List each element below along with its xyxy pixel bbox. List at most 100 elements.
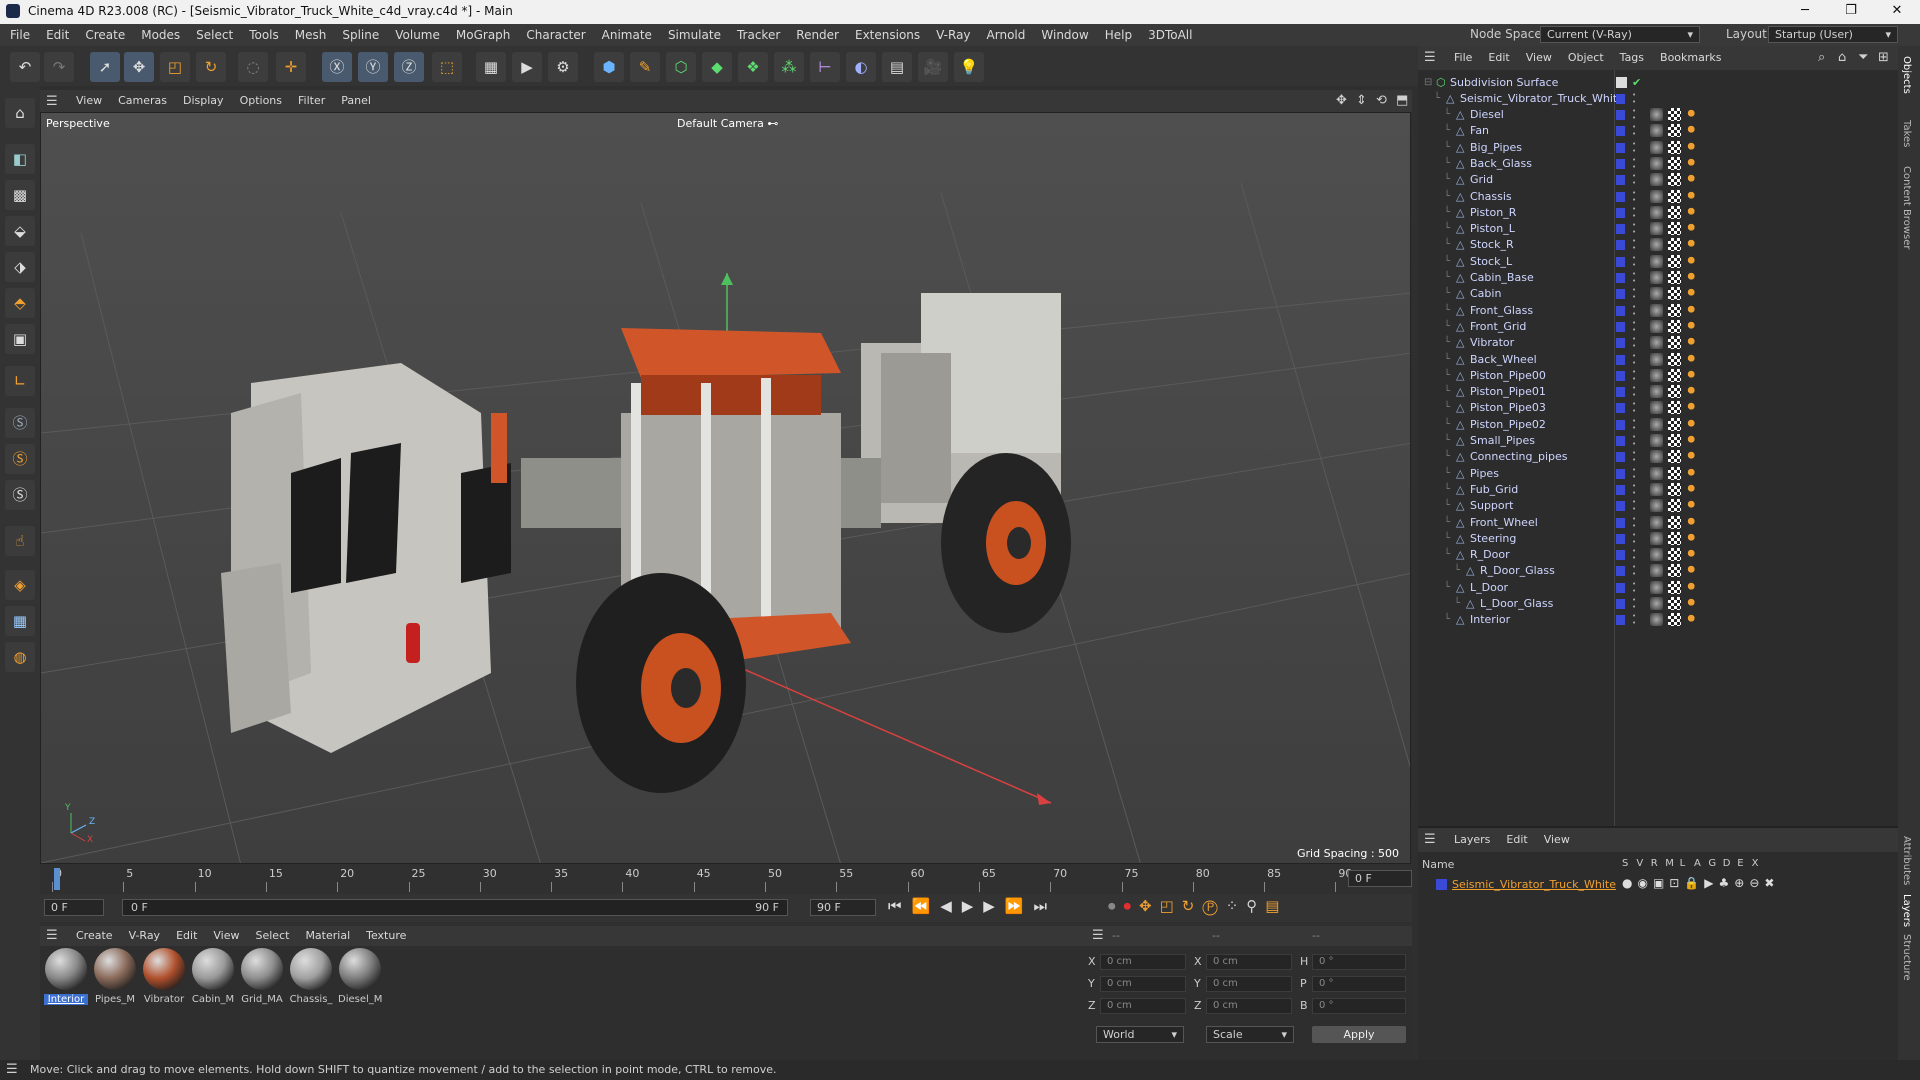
visibility-dots[interactable]: • • — [1632, 385, 1636, 399]
viewport-menu-options[interactable]: Options — [232, 90, 290, 112]
uvw-tag-icon[interactable] — [1668, 156, 1681, 170]
visibility-dots[interactable]: • • — [1632, 189, 1636, 204]
coord-size-field[interactable]: 0 cm — [1206, 976, 1292, 992]
material-menu-v-ray[interactable]: V-Ray — [121, 926, 169, 946]
deformer-bend-icon[interactable]: ⊢ — [810, 52, 840, 82]
menu-simulate[interactable]: Simulate — [660, 24, 729, 46]
edges-mode-icon[interactable]: ⬗ — [5, 252, 35, 282]
next-frame-icon[interactable]: ▶ — [983, 897, 1005, 915]
visibility-dots[interactable]: • • — [1632, 319, 1636, 334]
object-name[interactable]: Interior — [1470, 610, 1510, 630]
subdivision-surface-icon[interactable]: ⬡ — [666, 52, 696, 82]
workplane-grid-icon[interactable]: ◈ — [5, 570, 35, 600]
vray-material-tag-icon[interactable] — [1650, 319, 1663, 333]
menu-extensions[interactable]: Extensions — [847, 24, 928, 46]
object-menu-bookmarks[interactable]: Bookmarks — [1652, 47, 1729, 69]
vray-material-tag-icon[interactable] — [1650, 173, 1663, 187]
menu-tracker[interactable]: Tracker — [729, 24, 788, 46]
vray-material-tag-icon[interactable] — [1650, 548, 1663, 562]
texture-tag-icon[interactable] — [1686, 303, 1699, 317]
menu-spline[interactable]: Spline — [334, 24, 387, 46]
uvw-tag-icon[interactable] — [1668, 580, 1681, 594]
node-space-dropdown[interactable]: Current (V-Ray) ▾ — [1540, 26, 1700, 43]
key-pla-icon[interactable]: ⁘ — [1226, 897, 1247, 915]
object-menu-view[interactable]: View — [1518, 47, 1560, 69]
viewport-menu-view[interactable]: View — [68, 90, 110, 112]
uvw-tag-icon[interactable] — [1668, 401, 1681, 415]
menu-render[interactable]: Render — [788, 24, 847, 46]
texture-tag-icon[interactable] — [1686, 222, 1699, 236]
motion-path-icon[interactable]: ⚲ — [1246, 897, 1265, 915]
visibility-dots[interactable]: • • — [1632, 450, 1636, 464]
y-axis-icon[interactable]: Ⓨ — [358, 52, 388, 82]
uvw-tag-icon[interactable] — [1668, 613, 1681, 627]
move-tool-icon[interactable]: ✥ — [124, 52, 154, 82]
current-frame-field[interactable]: 0 F — [1348, 870, 1412, 887]
visibility-dots[interactable]: • • — [1632, 434, 1636, 448]
uvw-tag-icon[interactable] — [1668, 531, 1681, 545]
uvw-tag-icon[interactable] — [1668, 564, 1681, 578]
scale-tool-icon[interactable]: ◰ — [160, 52, 190, 82]
material-swatch[interactable]: Pipes_M — [93, 948, 137, 1005]
cube-primitive-icon[interactable]: ⬢ — [594, 52, 624, 82]
extrude-generator-icon[interactable]: ◆ — [702, 52, 732, 82]
vray-material-tag-icon[interactable] — [1650, 401, 1663, 415]
vray-material-tag-icon[interactable] — [1650, 450, 1663, 464]
visibility-dots[interactable]: • • — [1632, 613, 1636, 627]
visibility-dots[interactable]: • • — [1632, 271, 1636, 285]
points-mode-icon[interactable]: ⬙ — [5, 216, 35, 246]
vray-material-tag-icon[interactable] — [1650, 434, 1663, 447]
coord-mode-dropdown[interactable]: World ▾ — [1096, 1026, 1184, 1043]
material-swatch[interactable]: Cabin_M — [191, 948, 235, 1005]
visibility-dots[interactable]: • • — [1632, 417, 1636, 432]
layer-color-swatch[interactable] — [1616, 452, 1625, 463]
visibility-dots[interactable]: • • — [1632, 482, 1636, 497]
polygon-object-mode-icon[interactable]: ◧ — [5, 144, 35, 174]
coord-rotation-field[interactable]: 0 ° — [1312, 976, 1406, 992]
layer-name[interactable]: Seismic_Vibrator_Truck_White — [1452, 878, 1616, 891]
vray-material-tag-icon[interactable] — [1650, 466, 1663, 480]
visibility-dots[interactable]: • • — [1632, 303, 1636, 318]
layer-color-swatch[interactable] — [1616, 240, 1625, 251]
maximize-button[interactable]: ❐ — [1828, 0, 1874, 24]
menu-volume[interactable]: Volume — [387, 24, 448, 46]
maximize-view-icon[interactable]: ⬒ — [1396, 93, 1408, 108]
polygons-mode-icon[interactable]: ⬘ — [5, 288, 35, 318]
tab-structure[interactable]: Structure — [1901, 934, 1912, 981]
new-window-icon[interactable]: ⊞ — [1878, 50, 1889, 65]
texture-tag-icon[interactable] — [1686, 254, 1699, 268]
layer-color-swatch[interactable] — [1616, 484, 1625, 495]
play-icon[interactable]: ▶ — [962, 897, 984, 915]
cloner-icon[interactable]: ❖ — [738, 52, 768, 82]
menu-v-ray[interactable]: V-Ray — [928, 24, 978, 46]
search-icon[interactable]: ⌕ — [1818, 50, 1825, 65]
texture-tag-icon[interactable] — [1686, 368, 1699, 382]
vray-material-tag-icon[interactable] — [1650, 368, 1663, 382]
vray-material-tag-icon[interactable] — [1650, 238, 1663, 252]
layer-color-swatch[interactable] — [1616, 321, 1625, 332]
visibility-dots[interactable]: • • — [1632, 499, 1636, 513]
texture-tag-icon[interactable] — [1686, 548, 1699, 562]
filter-icon[interactable]: ⏷ — [1858, 50, 1868, 65]
workplane-icon[interactable]: ∟ — [5, 366, 35, 396]
texture-tag-icon[interactable] — [1686, 531, 1699, 545]
visibility-dots[interactable]: • • — [1632, 531, 1636, 546]
texture-tag-icon[interactable] — [1686, 124, 1699, 138]
uvw-tag-icon[interactable] — [1668, 140, 1681, 154]
uvw-tag-icon[interactable] — [1668, 189, 1681, 203]
select-tool-icon[interactable]: ➚ — [90, 52, 120, 82]
hamburger-icon[interactable]: ☰ — [6, 1060, 18, 1080]
layer-color-swatch[interactable] — [1616, 599, 1625, 609]
menu-select[interactable]: Select — [188, 24, 241, 46]
uvw-tag-icon[interactable] — [1668, 352, 1681, 366]
vray-material-tag-icon[interactable] — [1650, 189, 1663, 203]
layer-color-swatch[interactable] — [1616, 224, 1625, 235]
tab-layers[interactable]: Layers — [1901, 894, 1912, 927]
uvw-tag-icon[interactable] — [1668, 548, 1681, 562]
uvw-tag-icon[interactable] — [1668, 450, 1681, 464]
visibility-dots[interactable]: • • — [1632, 92, 1636, 106]
texture-tag-icon[interactable] — [1686, 613, 1699, 627]
texture-mode-icon[interactable]: ▩ — [5, 180, 35, 210]
solo-mode-icon[interactable]: ◍ — [5, 642, 35, 672]
coord-size-field[interactable]: 0 cm — [1206, 998, 1292, 1014]
